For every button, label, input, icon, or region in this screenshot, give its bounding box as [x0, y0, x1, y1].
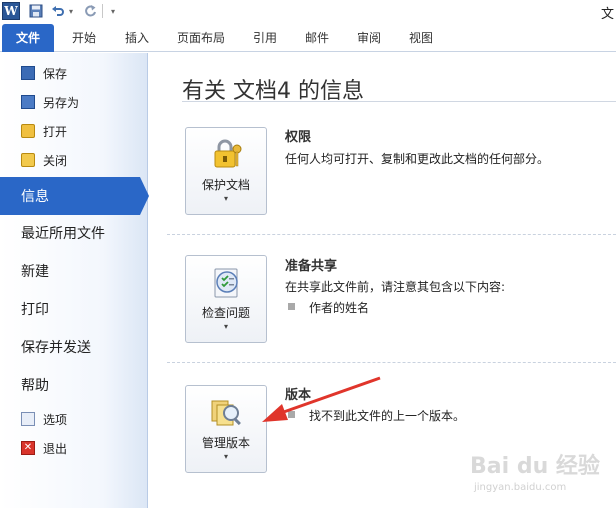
checklist-icon [214, 268, 238, 298]
tab-page-layout[interactable]: 页面布局 [166, 24, 236, 52]
backstage-nav: 保存 另存为 打开 关闭 信息 最近所用文件 新建 打印 保存并发送 帮助 选项… [0, 53, 149, 508]
save-icon [21, 66, 35, 80]
nav-item-options[interactable]: 选项 [0, 405, 148, 433]
nav-item-label: 打印 [21, 302, 49, 318]
chevron-down-icon: ▾ [223, 322, 228, 331]
open-folder-icon [21, 124, 35, 138]
quick-access-toolbar: W ▾ ▾ 文 [0, 0, 616, 24]
versions-magnifier-icon [211, 400, 241, 426]
nav-item-label: 选项 [43, 412, 68, 427]
nav-item-exit[interactable]: ✕ 退出 [0, 434, 148, 462]
nav-item-label: 打开 [43, 124, 68, 139]
customize-toolbar-icon[interactable]: ▾ [108, 2, 118, 20]
options-icon [21, 412, 35, 426]
info-panel: 有关 文档4 的信息 保护文档 ▾ 权限 任何人均可打开、复制和更改此文档的任何… [149, 53, 616, 508]
nav-item-print[interactable]: 打印 [0, 290, 148, 328]
tab-mailings[interactable]: 邮件 [296, 24, 338, 52]
active-pointer-arrow [140, 177, 149, 215]
protect-document-button[interactable]: 保护文档 ▾ [185, 127, 267, 215]
nav-item-save-as[interactable]: 另存为 [0, 88, 148, 116]
nav-item-close[interactable]: 关闭 [0, 146, 148, 174]
protect-document-label: 保护文档 [201, 178, 250, 192]
word-app-icon[interactable]: W [2, 2, 20, 20]
toolbar-separator [102, 2, 104, 20]
check-for-issues-button[interactable]: 检查问题 ▾ [185, 255, 267, 343]
tab-references[interactable]: 引用 [244, 24, 286, 52]
nav-item-save[interactable]: 保存 [0, 59, 148, 87]
close-folder-icon [21, 153, 35, 167]
nav-item-label: 新建 [21, 264, 49, 280]
chevron-down-icon: ▾ [223, 452, 228, 461]
author-name-item: 作者的姓名 [309, 301, 370, 315]
versions-title: 版本 [285, 388, 312, 403]
tab-view[interactable]: 视图 [400, 24, 442, 52]
no-versions-message: 找不到此文件的上一个版本。 [309, 409, 466, 423]
prepare-sharing-title: 准备共享 [285, 259, 338, 274]
nav-item-recent[interactable]: 最近所用文件 [0, 214, 148, 252]
nav-item-label: 退出 [43, 441, 68, 456]
watermark-url: jingyan.baidu.com [474, 482, 567, 493]
ribbon-tab-strip: 文件 开始 插入 页面布局 引用 邮件 审阅 视图 [0, 24, 616, 52]
tab-review[interactable]: 审阅 [348, 24, 390, 52]
title-divider [182, 101, 616, 102]
save-icon[interactable] [27, 2, 45, 20]
nav-item-new[interactable]: 新建 [0, 252, 148, 290]
watermark-logo: Bai du 经验 [470, 454, 600, 479]
nav-item-info[interactable]: 信息 [0, 177, 149, 215]
nav-item-save-send[interactable]: 保存并发送 [0, 328, 148, 366]
nav-item-label: 保存并发送 [21, 340, 91, 356]
tab-file[interactable]: 文件 [2, 24, 54, 52]
nav-item-label: 关闭 [43, 153, 68, 168]
exit-icon: ✕ [21, 441, 35, 455]
save-as-icon [21, 95, 35, 109]
nav-item-label: 帮助 [21, 378, 49, 394]
undo-dropdown-icon[interactable]: ▾ [66, 2, 76, 20]
section-divider [167, 234, 616, 235]
nav-item-help[interactable]: 帮助 [0, 366, 148, 404]
permissions-description: 任何人均可打开、复制和更改此文档的任何部分。 [285, 152, 550, 166]
undo-icon[interactable] [50, 2, 66, 20]
nav-item-open[interactable]: 打开 [0, 117, 148, 145]
chevron-down-icon: ▾ [223, 194, 228, 203]
window-title: 文 [600, 7, 614, 22]
bullet-marker [288, 411, 295, 418]
prepare-sharing-description: 在共享此文件前，请注意其包含以下内容: [285, 280, 506, 294]
baidu-watermark: Bai du 经验 jingyan.baidu.com [470, 448, 610, 504]
redo-icon[interactable] [82, 2, 98, 20]
tab-home[interactable]: 开始 [58, 24, 110, 52]
lock-keys-icon [214, 139, 242, 168]
check-for-issues-label: 检查问题 [201, 306, 250, 320]
permissions-title: 权限 [285, 130, 312, 145]
tab-insert[interactable]: 插入 [112, 24, 162, 52]
manage-versions-button[interactable]: 管理版本 ▾ [185, 385, 267, 473]
bullet-marker [288, 303, 295, 310]
section-divider [167, 362, 616, 363]
manage-versions-label: 管理版本 [201, 436, 250, 450]
nav-item-label: 另存为 [43, 95, 80, 110]
nav-item-label: 最近所用文件 [21, 226, 105, 242]
nav-item-label: 保存 [43, 66, 68, 81]
nav-item-label: 信息 [21, 189, 49, 205]
